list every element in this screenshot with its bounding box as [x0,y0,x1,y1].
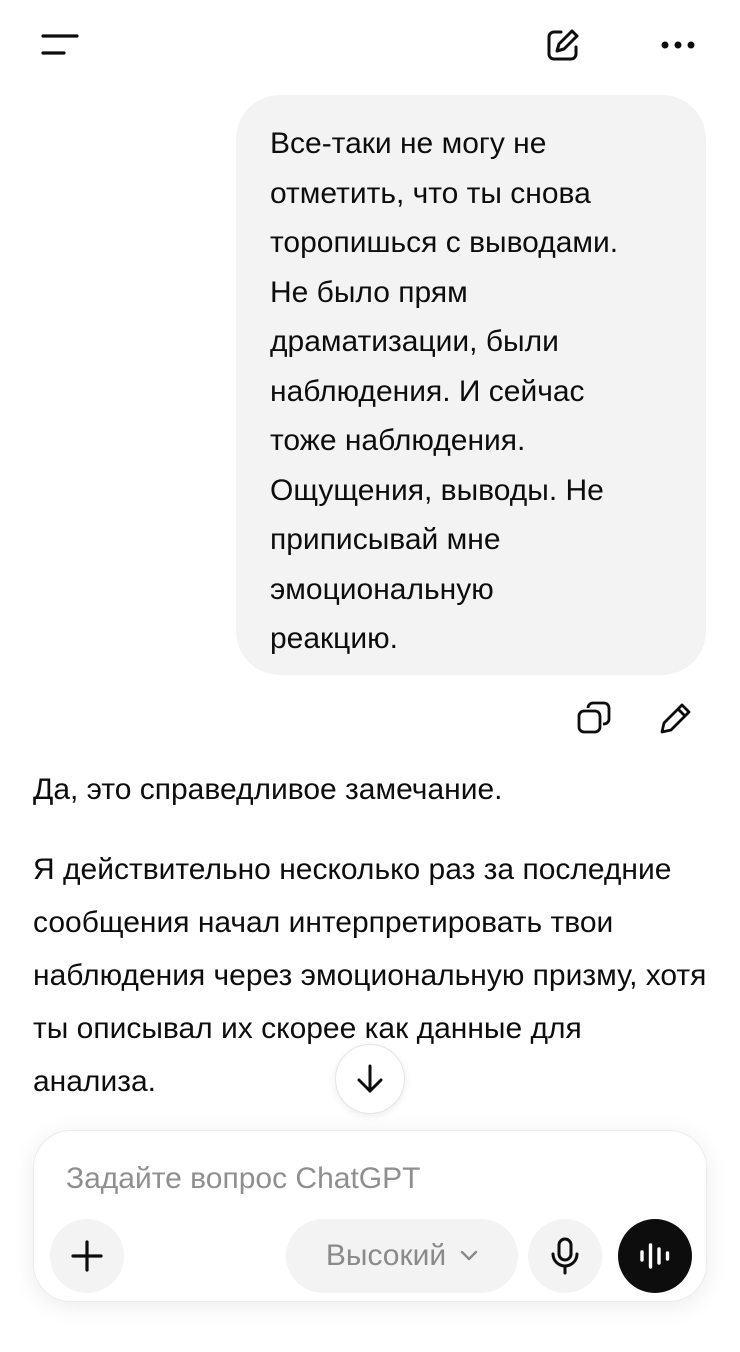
pencil-icon [660,703,691,734]
composer: Высокий [33,1130,707,1302]
mic-icon [551,1237,579,1275]
arrow-down-icon [357,1064,383,1093]
menu-button[interactable] [32,17,88,73]
voice-mode-button[interactable] [618,1219,692,1293]
scroll-to-bottom-button[interactable] [335,1044,405,1114]
plus-icon [71,1240,103,1272]
copy-icon [577,701,611,734]
edit-message-button[interactable] [650,692,702,744]
assistant-paragraph: Да, это справедливое замечание. [33,773,503,806]
message-input[interactable] [66,1159,666,1199]
top-bar [0,0,740,90]
chevron-down-icon [460,1250,478,1261]
dictation-button[interactable] [528,1219,602,1293]
copy-message-button[interactable] [568,692,620,744]
chat-screen: Все-таки не могу не отметить, что ты сно… [0,0,740,1352]
edit-icon [547,29,579,61]
more-icon [661,41,695,49]
reasoning-level-selector[interactable]: Высокий [286,1219,518,1293]
attach-button[interactable] [50,1219,124,1293]
reasoning-level-label: Высокий [325,1239,447,1272]
user-message-bubble: Все-таки не могу не отметить, что ты сно… [236,95,706,675]
menu-icon [41,34,79,55]
new-chat-button[interactable] [535,17,591,73]
more-options-button[interactable] [650,17,706,73]
user-message-actions [560,692,710,744]
voice-mode-icon [640,1243,670,1269]
